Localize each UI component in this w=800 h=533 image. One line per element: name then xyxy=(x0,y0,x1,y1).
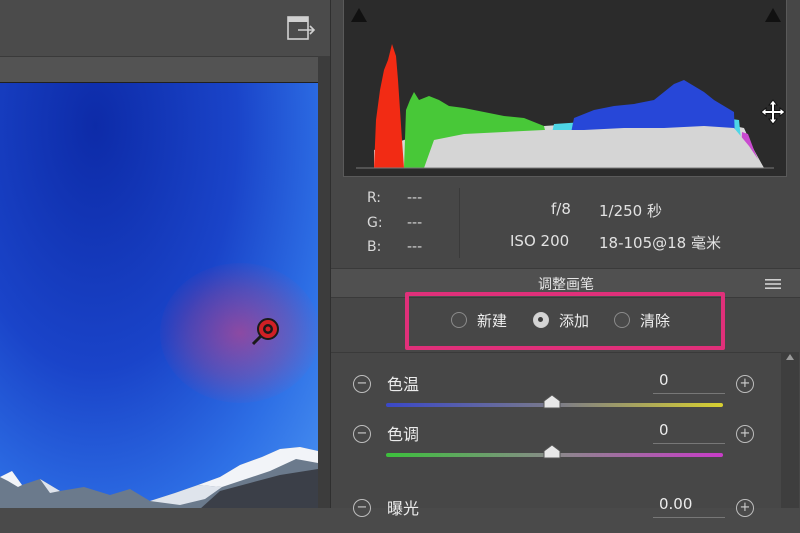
temperature-label: 色温 xyxy=(387,375,420,394)
mode-label-erase: 清除 xyxy=(640,312,671,330)
b-label: B: xyxy=(367,239,382,255)
panel-menu-icon[interactable] xyxy=(765,278,781,290)
tint-value[interactable]: 0 xyxy=(653,421,725,444)
mountain-range xyxy=(0,447,318,508)
image-preview-area xyxy=(0,0,330,508)
mode-label-new: 新建 xyxy=(477,312,508,330)
radio-erase[interactable] xyxy=(614,312,630,328)
radio-new[interactable] xyxy=(451,312,467,328)
panel-scrollbar[interactable] xyxy=(781,352,799,508)
adjustment-sliders: − 色温 0 + − 色调 0 + − 曝光 0.00 + xyxy=(331,352,781,518)
info-divider xyxy=(459,188,460,258)
photo-canvas[interactable] xyxy=(0,82,318,508)
adjustment-brush-pin-icon[interactable] xyxy=(248,316,282,350)
tint-thumb[interactable] xyxy=(543,445,561,459)
temperature-value[interactable]: 0 xyxy=(653,371,725,394)
r-value: --- xyxy=(407,190,423,206)
minus-icon[interactable]: − xyxy=(353,375,371,393)
g-readout: G: --- xyxy=(367,215,422,231)
temperature-slider-row: − 色温 0 + xyxy=(331,353,781,409)
tint-slider-row: − 色调 0 + xyxy=(331,403,781,459)
mode-label-add: 添加 xyxy=(559,312,590,330)
g-label: G: xyxy=(367,215,383,231)
b-readout: B: --- xyxy=(367,239,422,255)
brush-mode-selector: 新建 添加 清除 xyxy=(405,292,725,350)
section-title: 调整画笔 xyxy=(538,277,594,293)
preview-edge xyxy=(318,56,330,508)
move-cursor-icon xyxy=(760,99,786,125)
plus-icon[interactable]: + xyxy=(736,499,754,517)
exposure-label: 曝光 xyxy=(387,499,420,518)
plus-icon[interactable]: + xyxy=(736,375,754,393)
histogram-graph xyxy=(356,44,774,169)
minus-icon[interactable]: − xyxy=(353,425,371,443)
exposure-slider-row: − 曝光 0.00 + xyxy=(331,477,781,533)
camera-info: R: --- G: --- B: --- f/8 1/250 秒 ISO 200 18… xyxy=(343,176,785,268)
preview-toolbar xyxy=(0,0,330,57)
tint-label: 色调 xyxy=(387,425,420,444)
shadow-clipping-icon[interactable] xyxy=(348,4,370,26)
shutter-value: 1/250 秒 xyxy=(599,202,662,220)
lens-value: 18-105@18 毫米 xyxy=(599,234,721,252)
r-readout: R: --- xyxy=(367,190,422,206)
minus-icon[interactable]: − xyxy=(353,499,371,517)
radio-add[interactable] xyxy=(533,312,549,328)
histogram xyxy=(343,0,787,177)
aperture-value: f/8 xyxy=(551,200,571,218)
g-value: --- xyxy=(407,215,423,231)
plus-icon[interactable]: + xyxy=(736,425,754,443)
highlight-clipping-icon[interactable] xyxy=(762,4,784,26)
b-value: --- xyxy=(407,239,423,255)
export-panel-icon[interactable] xyxy=(286,14,316,42)
iso-value: ISO 200 xyxy=(510,232,570,250)
exposure-value[interactable]: 0.00 xyxy=(653,495,725,518)
brush-mask-overlay xyxy=(160,263,318,403)
right-panel: R: --- G: --- B: --- f/8 1/250 秒 ISO 200 18… xyxy=(330,0,800,518)
scroll-up-icon[interactable] xyxy=(785,352,795,362)
r-label: R: xyxy=(367,190,382,206)
